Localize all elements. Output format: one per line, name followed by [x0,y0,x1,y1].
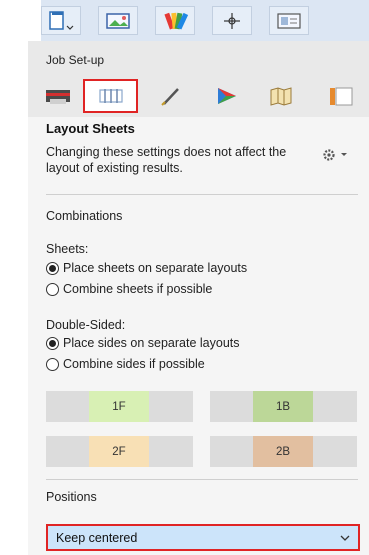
preview-cell: 1B [210,391,357,422]
combinations-label: Combinations [46,209,123,223]
radio-separate-sheets[interactable]: Place sheets on separate layouts [46,261,247,275]
printer-icon [45,90,70,104]
radio-combine-sheets[interactable]: Combine sheets if possible [46,282,212,296]
image-button[interactable] [98,6,138,35]
sheet-1b-chip: 1B [253,391,313,422]
preview-cell: 2B [210,436,357,467]
color-swatches-icon [164,12,189,30]
crosshair-button[interactable] [212,6,252,35]
color-triangle-icon [217,88,236,104]
document-dropdown-button[interactable] [41,6,81,35]
main-toolbar [41,0,369,42]
pen-icon [160,88,179,106]
radio-label: Combine sheets if possible [63,282,213,296]
double-sided-label: Double-Sided: [46,318,126,332]
tab-pen[interactable] [143,79,198,113]
positions-label: Positions [46,490,97,504]
map-icon [270,87,291,106]
sheets-label: Sheets: [46,242,89,256]
radio-label: Place sides on separate layouts [63,336,240,350]
radio-label: Place sheets on separate layouts [63,261,248,275]
crosshair-icon [224,12,240,29]
tab-layout-sheets[interactable] [83,79,138,113]
layout-sheets-panel: Layout Sheets Changing these settings do… [28,117,369,555]
tab-color[interactable] [198,79,253,113]
divider [46,479,358,480]
image-icon [106,12,130,29]
tab-book[interactable] [313,79,369,113]
document-dropdown-icon [49,10,74,30]
radio-button-checked [46,261,59,275]
sheet-2b-chip: 2B [253,436,313,467]
preview-cell: 2F [46,436,193,467]
color-swatches-button[interactable] [155,6,195,35]
sheet-2f-chip: 2F [89,436,149,467]
layout-sheets-icon [98,89,123,103]
sheet-1f-chip: 1F [89,391,149,422]
tab-map[interactable] [253,79,308,113]
preview-cell: 1F [46,391,193,422]
job-setup-label: Job Set-up [46,53,105,67]
card-icon [277,12,301,29]
divider [46,194,358,195]
radio-separate-sides[interactable]: Place sides on separate layouts [46,336,240,350]
gear-icon [323,149,347,161]
radio-label: Combine sides if possible [63,357,205,371]
radio-combine-sides[interactable]: Combine sides if possible [46,357,205,371]
chevron-down-icon [340,535,350,541]
radio-button [46,282,59,296]
settings-menu-button[interactable] [321,147,351,163]
dropdown-value: Keep centered [56,531,138,545]
card-button[interactable] [269,6,309,35]
panel-title: Layout Sheets [46,121,135,136]
radio-button [46,357,59,371]
job-setup-panel: Job Set-up [28,41,369,118]
book-icon [330,87,353,106]
panel-description: Changing these settings does not affect … [46,145,287,175]
radio-button-checked [46,336,59,350]
positions-dropdown[interactable]: Keep centered [46,524,360,551]
tab-printer[interactable] [30,79,85,113]
